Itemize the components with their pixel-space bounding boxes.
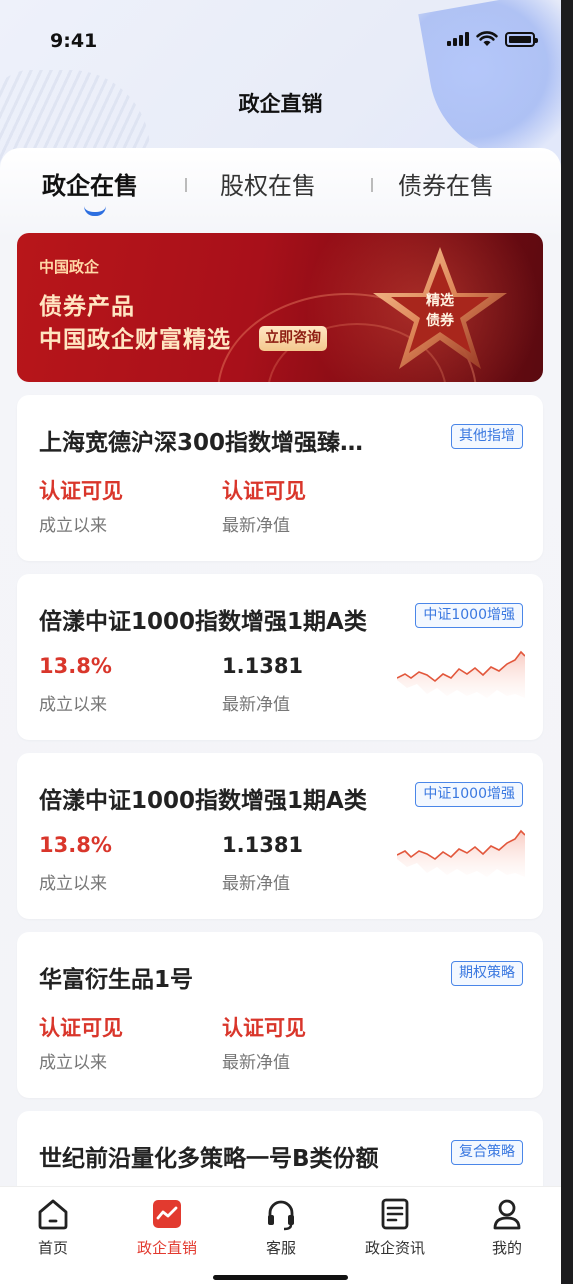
bottom-tab-bar: 首页 政企直销 客服 政企资讯 我的 <box>0 1186 561 1284</box>
tab-separator <box>371 178 373 192</box>
product-title: 世纪前沿量化多策略一号B类份额 <box>39 1146 379 1172</box>
latest-nav: 认证可见 <box>222 479 306 503</box>
product-title: 倍漾中证1000指数增强1期A类 <box>39 609 367 635</box>
return-label: 成立以来 <box>39 1053 107 1073</box>
category-tabs: 政企在售 股权在售 债券在售 <box>0 166 561 216</box>
home-indicator[interactable] <box>213 1275 348 1280</box>
latest-nav: 1.1381 <box>222 654 304 678</box>
product-card[interactable]: 上海宽德沪深300指数增强臻… 其他指增 认证可见 认证可见 成立以来 最新净值 <box>17 395 543 561</box>
banner-headline: 债券产品 <box>39 294 135 320</box>
return-label: 成立以来 <box>39 874 107 894</box>
tabbar-item-mine[interactable]: 我的 <box>462 1197 552 1258</box>
page-title: 政企直销 <box>238 92 323 116</box>
nav-label: 最新净值 <box>222 874 290 894</box>
product-title: 上海宽德沪深300指数增强臻… <box>39 430 364 456</box>
return-label: 成立以来 <box>39 695 107 715</box>
latest-nav: 1.1381 <box>222 833 304 857</box>
product-card[interactable]: 华富衍生品1号 期权策略 认证可见 认证可见 成立以来 最新净值 <box>17 932 543 1098</box>
status-time: 9:41 <box>50 30 98 52</box>
strategy-badge: 期权策略 <box>451 961 523 986</box>
strategy-badge: 其他指增 <box>451 424 523 449</box>
tabbar-item-direct-sales[interactable]: 政企直销 <box>122 1197 212 1258</box>
phone-screen: 9:41 政企直销 政企在售 股权在售 债券在售 中国政企 债券产品 中国政企财… <box>0 0 561 1284</box>
consult-now-button[interactable]: 立即咨询 <box>259 326 327 351</box>
tabbar-item-customer-service[interactable]: 客服 <box>236 1197 326 1258</box>
product-card[interactable]: 倍漾中证1000指数增强1期A类 中证1000增强 13.8% 1.1381 成… <box>17 753 543 919</box>
headset-icon <box>268 1200 294 1231</box>
banner-subheadline: 中国政企财富精选 <box>39 327 231 353</box>
wifi-icon <box>476 31 498 46</box>
product-title: 倍漾中证1000指数增强1期A类 <box>39 788 367 814</box>
product-title: 华富衍生品1号 <box>39 967 194 993</box>
return-label: 成立以来 <box>39 516 107 536</box>
promo-banner[interactable]: 中国政企 债券产品 中国政企财富精选 立即咨询 精选 债券 <box>17 233 543 382</box>
product-card[interactable]: 倍漾中证1000指数增强1期A类 中证1000增强 13.8% 1.1381 成… <box>17 574 543 740</box>
tab-zhaiquan-zaishou[interactable]: 债券在售 <box>398 166 494 201</box>
return-since-inception: 认证可见 <box>39 479 123 503</box>
status-bar: 9:41 <box>0 0 561 80</box>
strategy-badge: 中证1000增强 <box>415 603 523 628</box>
battery-icon <box>505 31 538 47</box>
tab-guquan-zaishou[interactable]: 股权在售 <box>220 166 316 201</box>
active-tab-indicator <box>84 206 106 216</box>
nav-label: 最新净值 <box>222 1053 290 1073</box>
banner-tag: 中国政企 <box>39 258 100 276</box>
return-since-inception: 13.8% <box>39 654 112 678</box>
nav-label: 最新净值 <box>222 516 290 536</box>
nav-label: 最新净值 <box>222 695 290 715</box>
return-since-inception: 认证可见 <box>39 1016 123 1040</box>
status-icons <box>447 31 538 47</box>
tab-separator <box>185 178 187 192</box>
home-icon <box>38 1199 68 1230</box>
user-icon <box>493 1199 521 1230</box>
trend-sparkline <box>397 829 525 877</box>
return-since-inception: 13.8% <box>39 833 112 857</box>
strategy-badge: 中证1000增强 <box>415 782 523 807</box>
trend-sparkline <box>397 650 525 698</box>
news-icon <box>381 1198 409 1230</box>
tab-zhengqi-zaishou[interactable]: 政企在售 <box>42 166 138 201</box>
tabbar-item-news[interactable]: 政企资讯 <box>350 1197 440 1258</box>
trend-chart-icon <box>153 1200 181 1228</box>
latest-nav: 认证可见 <box>222 1016 306 1040</box>
strategy-badge: 复合策略 <box>451 1140 523 1165</box>
tabbar-item-home[interactable]: 首页 <box>8 1197 98 1258</box>
cellular-signal-icon <box>447 32 469 46</box>
star-label: 精选 债券 <box>426 293 454 329</box>
